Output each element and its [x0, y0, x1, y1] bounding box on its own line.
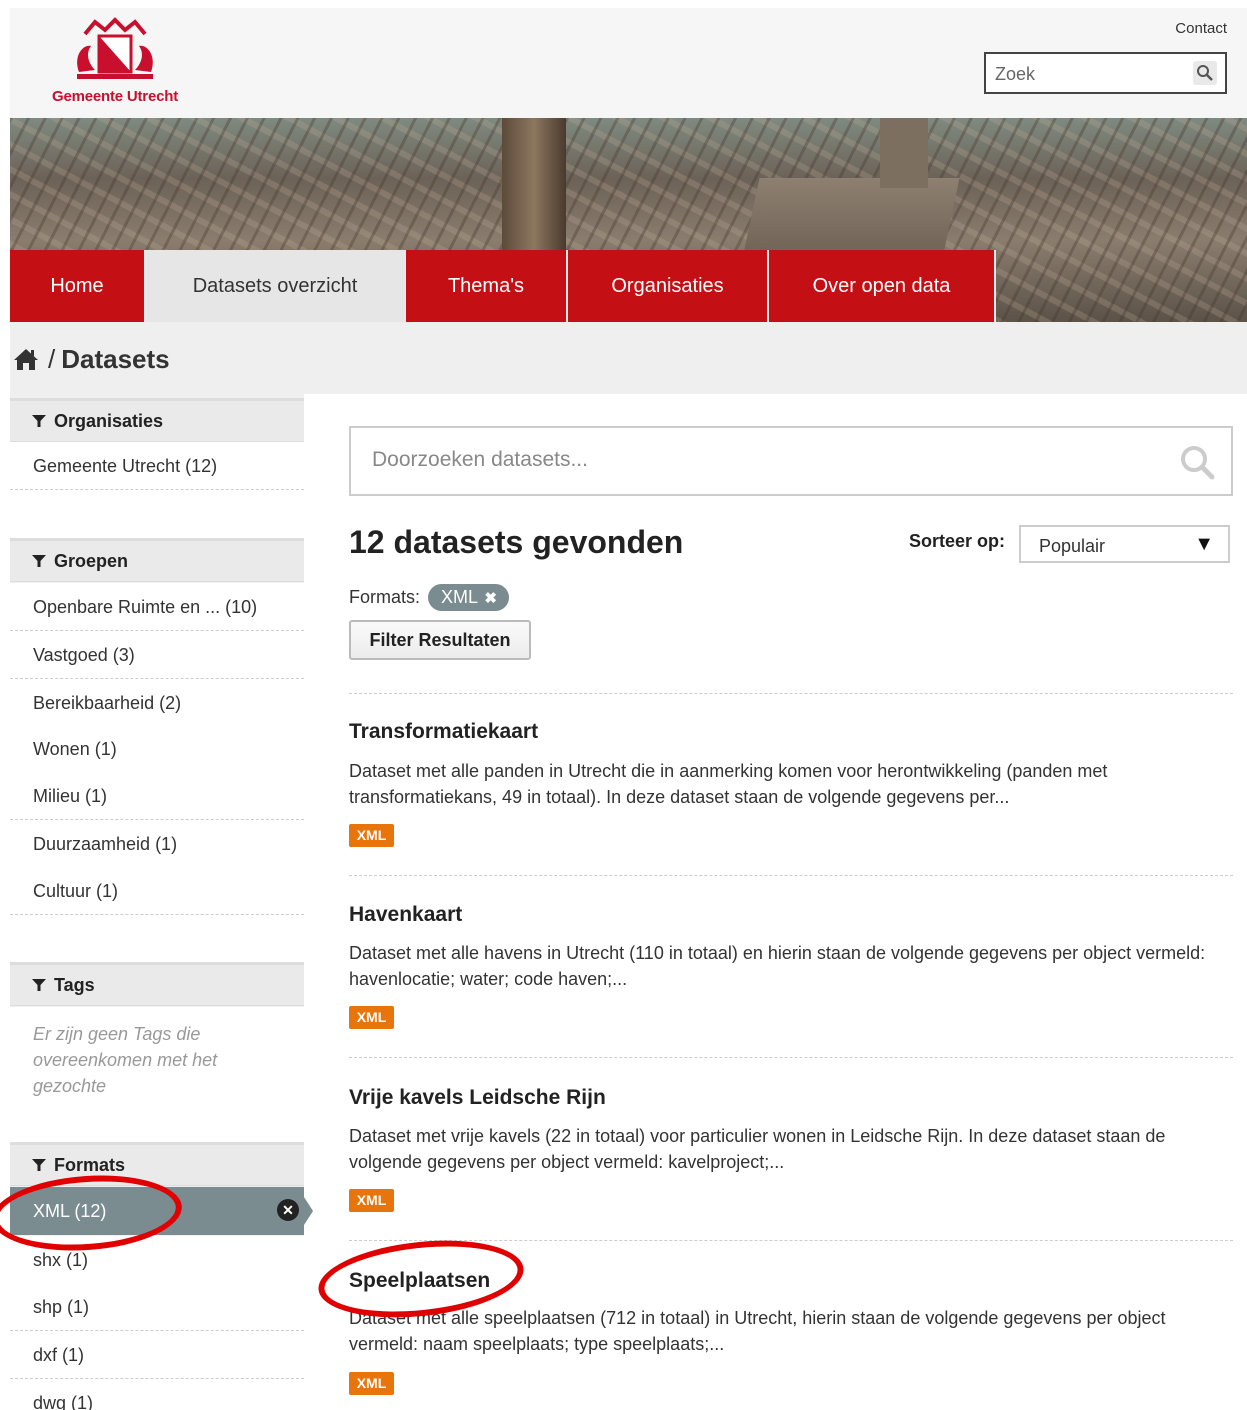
caret-down-icon: ▼	[1194, 533, 1214, 555]
facet-item[interactable]: dxf (1)	[10, 1331, 304, 1379]
magnifier-icon[interactable]	[1179, 444, 1215, 485]
facet-item[interactable]: shx (1)	[10, 1236, 304, 1284]
facet-spacer	[10, 490, 304, 538]
facet-heading-organisaties: Organisaties	[10, 398, 304, 442]
nav-organisaties[interactable]: Organisaties	[568, 250, 769, 322]
facet-item-label: XML (12)	[33, 1201, 107, 1221]
breadcrumb: / Datasets	[10, 322, 1247, 394]
dom-tower-shape	[502, 118, 566, 258]
divider	[349, 875, 1233, 876]
facet-item[interactable]: Openbare Ruimte en ... (10)	[10, 583, 304, 631]
funnel-icon	[32, 979, 46, 991]
format-badge[interactable]: XML	[349, 824, 394, 847]
logo-text: Gemeente Utrecht	[51, 88, 178, 105]
funnel-icon	[32, 415, 46, 427]
filter-results-button[interactable]: Filter Resultaten	[349, 620, 531, 660]
facet-item[interactable]: Vastgoed (3)	[10, 631, 304, 679]
active-filter-pill[interactable]: XML ✖	[428, 584, 509, 611]
close-icon[interactable]: ✕	[277, 1199, 299, 1221]
funnel-icon	[32, 555, 46, 567]
facet-item[interactable]: Duurzaamheid (1)	[10, 820, 304, 868]
facet-item[interactable]: Bereikbaarheid (2)	[10, 679, 304, 727]
sort-select[interactable]: Populair ▼	[1019, 525, 1230, 563]
breadcrumb-separator: /	[48, 344, 56, 374]
dataset-description: Dataset met vrije kavels (22 in totaal) …	[349, 1126, 1166, 1172]
facet-heading-formats: Formats	[10, 1142, 304, 1186]
format-badge[interactable]: XML	[349, 1372, 394, 1395]
facet-item[interactable]: Milieu (1)	[10, 772, 304, 820]
nav-home[interactable]: Home	[10, 250, 146, 322]
facet-title: Organisaties	[54, 411, 164, 431]
tower-shape	[880, 118, 928, 188]
dataset-title-link[interactable]: Vrije kavels Leidsche Rijn	[349, 1086, 606, 1110]
dataset-search-placeholder: Doorzoeken datasets...	[372, 448, 588, 471]
sort-value: Populair	[1039, 536, 1106, 556]
facet-item[interactable]: Wonen (1)	[10, 725, 304, 773]
breadcrumb-current[interactable]: Datasets	[61, 344, 169, 374]
dataset-title-link[interactable]: Transformatiekaart	[349, 720, 538, 744]
site-logo[interactable]: Gemeente Utrecht	[40, 16, 190, 108]
format-badge[interactable]: XML	[349, 1189, 394, 1212]
tags-empty-message: Er zijn geen Tags die overeenkomen met h…	[10, 1007, 304, 1143]
header-bar: Gemeente Utrecht Contact Zoek	[10, 8, 1247, 118]
facet-item[interactable]: Gemeente Utrecht (12)	[10, 442, 304, 490]
divider	[349, 1240, 1233, 1241]
sort-label: Sorteer op:	[909, 531, 1006, 551]
facet-item[interactable]: Cultuur (1)	[10, 867, 304, 915]
utrecht-coat-of-arms-icon	[77, 17, 153, 79]
facet-heading-tags: Tags	[10, 962, 304, 1006]
format-badge[interactable]: XML	[349, 1006, 394, 1029]
active-filter-label: XML	[441, 587, 478, 607]
dataset-title-link[interactable]: Speelplaatsen	[349, 1269, 490, 1293]
main-nav: Home Datasets overzicht Thema's Organisa…	[10, 250, 996, 322]
facet-item-xml-active[interactable]: XML (12) ✕	[10, 1187, 313, 1235]
facet-item[interactable]: shp (1)	[10, 1283, 304, 1331]
results-count-heading: 12 datasets gevonden	[349, 524, 684, 560]
facet-title: Groepen	[54, 551, 129, 571]
dataset-title-link[interactable]: Havenkaart	[349, 903, 462, 927]
formats-label: Formats:	[349, 587, 421, 607]
home-icon[interactable]	[12, 347, 40, 376]
facet-title: Formats	[54, 1155, 126, 1175]
facet-item[interactable]: dwg (1)	[10, 1379, 304, 1410]
dataset-description: Dataset met alle panden in Utrecht die i…	[349, 761, 1108, 807]
divider	[349, 1057, 1233, 1058]
contact-link[interactable]: Contact	[1175, 20, 1227, 37]
facet-heading-groepen: Groepen	[10, 538, 304, 582]
divider	[349, 693, 1233, 694]
nav-datasets-overzicht[interactable]: Datasets overzicht	[146, 250, 406, 322]
nav-themas[interactable]: Thema's	[406, 250, 568, 322]
site-search-input[interactable]: Zoek	[984, 52, 1227, 94]
dataset-search-input[interactable]: Doorzoeken datasets...	[349, 426, 1233, 496]
close-icon[interactable]: ✖	[484, 590, 497, 607]
nav-over-open-data[interactable]: Over open data	[769, 250, 996, 322]
site-search-placeholder: Zoek	[995, 64, 1036, 84]
funnel-icon	[32, 1159, 46, 1171]
facet-title: Tags	[54, 975, 95, 995]
facet-spacer	[10, 915, 304, 962]
dataset-description: Dataset met alle speelplaatsen (712 in t…	[349, 1308, 1166, 1354]
dataset-description: Dataset met alle havens in Utrecht (110 …	[349, 943, 1206, 989]
search-icon[interactable]	[1193, 61, 1217, 85]
